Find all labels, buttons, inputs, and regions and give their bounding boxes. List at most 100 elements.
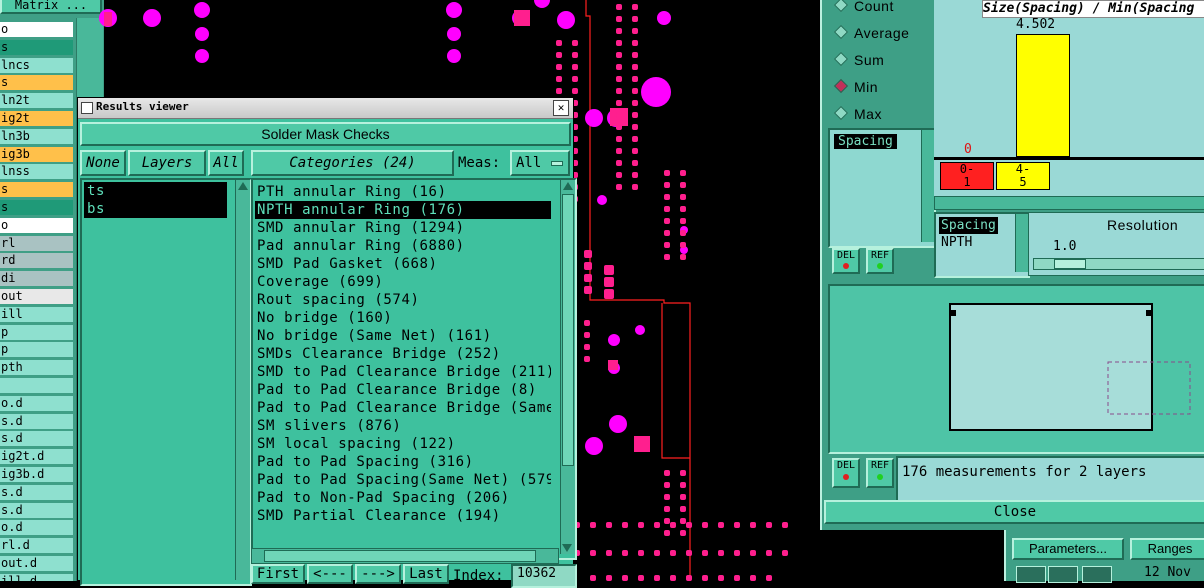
meas-dropdown[interactable]: All <box>510 150 570 176</box>
tool-icon-2[interactable] <box>1048 566 1078 583</box>
layer-row[interactable]: s <box>0 200 73 215</box>
hscroll-thumb[interactable] <box>264 550 536 562</box>
category-item[interactable]: Rout spacing (574) <box>255 291 551 309</box>
spacing-type-item[interactable]: NPTH <box>939 234 998 251</box>
parameters-button[interactable]: Parameters... <box>1012 538 1124 560</box>
category-item[interactable]: Pad to Pad Spacing (316) <box>255 453 551 471</box>
layer-row[interactable]: ill <box>0 306 73 322</box>
layer-row[interactable]: rl <box>0 235 73 251</box>
layer-row[interactable]: o <box>0 217 73 233</box>
histogram-bar[interactable] <box>1016 34 1070 157</box>
stat-radio-count[interactable]: Count <box>833 0 894 14</box>
category-item[interactable]: SMD annular Ring (1294) <box>255 219 551 237</box>
del-button-2[interactable]: DEL <box>832 458 860 488</box>
prev-button[interactable]: <--- <box>307 564 353 584</box>
layer-row[interactable]: rd <box>0 253 73 269</box>
close-icon[interactable]: ✕ <box>553 100 569 116</box>
layer-row[interactable]: ig3b <box>0 146 73 162</box>
histogram-bin-label[interactable]: 0- 1 <box>940 162 994 190</box>
category-item[interactable]: SM local spacing (122) <box>255 435 551 453</box>
category-item[interactable]: Pad annular Ring (6880) <box>255 237 551 255</box>
layer-row[interactable]: out <box>0 289 73 304</box>
tool-icon-3[interactable] <box>1082 566 1112 583</box>
layer-row[interactable]: ig2t <box>0 111 73 126</box>
layer-row[interactable]: ill.d <box>0 573 73 581</box>
ref-button[interactable]: REF <box>866 248 894 274</box>
none-button[interactable]: None <box>80 150 126 176</box>
layers-scrollbar[interactable] <box>235 180 250 580</box>
stat-radio-sum[interactable]: Sum <box>833 51 884 68</box>
category-item[interactable]: Coverage (699) <box>255 273 551 291</box>
category-item[interactable]: Pad to Non-Pad Spacing (206) <box>255 489 551 507</box>
category-item[interactable]: SM slivers (876) <box>255 417 551 435</box>
category-item[interactable]: NPTH annular Ring (176) <box>255 201 551 219</box>
category-item[interactable]: SMD Partial Clearance (194) <box>255 507 551 525</box>
layer-row[interactable]: di <box>0 271 73 287</box>
layer-row[interactable]: lnss <box>0 164 73 180</box>
stat-radio-average[interactable]: Average <box>833 24 909 41</box>
layer-row[interactable]: s.d <box>0 413 73 429</box>
resolution-slider-thumb[interactable] <box>1054 259 1086 269</box>
category-item[interactable]: PTH annular Ring (16) <box>255 183 551 201</box>
ranges-button[interactable]: Ranges <box>1130 538 1204 560</box>
category-item[interactable]: SMD Pad Gasket (668) <box>255 255 551 273</box>
first-button[interactable]: First <box>251 564 305 584</box>
next-button[interactable]: ---> <box>355 564 401 584</box>
spacing-type-scrollbar[interactable] <box>1015 214 1028 272</box>
resolution-slider[interactable] <box>1033 258 1204 270</box>
layer-row[interactable]: ln3b <box>0 128 73 144</box>
layer-row[interactable]: ig3b.d <box>0 467 73 482</box>
layer-row[interactable]: lncs <box>0 57 73 73</box>
layer-row[interactable] <box>0 378 73 393</box>
scroll-up-icon[interactable] <box>563 182 573 190</box>
del-button[interactable]: DEL <box>832 248 860 274</box>
layer-row[interactable]: out.d <box>0 556 73 571</box>
results-viewer-titlebar[interactable]: Results viewer ✕ <box>78 98 573 119</box>
window-menu-icon[interactable] <box>81 102 93 114</box>
layer-row[interactable]: s <box>0 39 73 55</box>
categories-scroll-thumb[interactable] <box>562 194 574 466</box>
layer-row[interactable]: pth <box>0 360 73 376</box>
stat-radio-min[interactable]: Min <box>833 78 878 95</box>
layer-row[interactable]: ig2t.d <box>0 449 73 465</box>
histogram-scrollbar[interactable] <box>934 196 1204 210</box>
ref-button-2[interactable]: REF <box>866 458 894 488</box>
close-button[interactable]: Close <box>824 500 1204 524</box>
categories-scrollbar[interactable] <box>560 180 575 554</box>
scroll-down-icon[interactable] <box>562 544 572 552</box>
layer-row[interactable]: s <box>0 182 73 198</box>
category-item[interactable]: No bridge (160) <box>255 309 551 327</box>
layer-row[interactable]: s.d <box>0 431 73 447</box>
category-item[interactable]: Pad to Pad Clearance Bridge (8) <box>255 381 551 399</box>
last-button[interactable]: Last <box>403 564 449 584</box>
layer-row[interactable]: o.d <box>0 395 73 411</box>
all-button[interactable]: All <box>208 150 244 176</box>
index-input[interactable]: 10362 <box>511 564 577 588</box>
histogram-bin-label[interactable]: 4- 5 <box>996 162 1050 190</box>
layer-row[interactable]: s.d <box>0 484 73 500</box>
spacing-list-scrollbar[interactable] <box>921 130 934 242</box>
board-overview[interactable] <box>828 284 1204 454</box>
tool-icon-1[interactable] <box>1016 566 1046 583</box>
layer-row[interactable]: s <box>0 75 73 91</box>
categories-hscrollbar[interactable] <box>251 548 559 564</box>
category-item[interactable]: No bridge (Same Net) (161) <box>255 327 551 345</box>
spacing-list-item[interactable]: Spacing <box>834 134 897 149</box>
layer-row[interactable]: s.d <box>0 502 73 518</box>
layer-list-item[interactable]: bs <box>84 200 227 218</box>
layer-row[interactable]: o <box>0 22 73 37</box>
layer-row[interactable]: rl.d <box>0 538 73 554</box>
layer-row[interactable]: p <box>0 342 73 358</box>
layer-row[interactable]: p <box>0 324 73 340</box>
layer-row[interactable]: o.d <box>0 520 73 536</box>
layer-list-item[interactable]: ts <box>84 182 227 200</box>
category-item[interactable]: SMD to Pad Clearance Bridge (211) <box>255 363 551 381</box>
category-item[interactable]: Pad to Pad Spacing(Same Net) (579 <box>255 471 551 489</box>
scroll-up-icon[interactable] <box>238 182 248 190</box>
stat-radio-max[interactable]: Max <box>833 105 882 122</box>
category-item[interactable]: Pad to Pad Clearance Bridge (Same <box>255 399 551 417</box>
layer-row[interactable]: ln2t <box>0 93 73 109</box>
category-item[interactable]: SMDs Clearance Bridge (252) <box>255 345 551 363</box>
spacing-type-item[interactable]: Spacing <box>939 217 998 234</box>
matrix-button[interactable]: Matrix ... <box>0 0 102 14</box>
